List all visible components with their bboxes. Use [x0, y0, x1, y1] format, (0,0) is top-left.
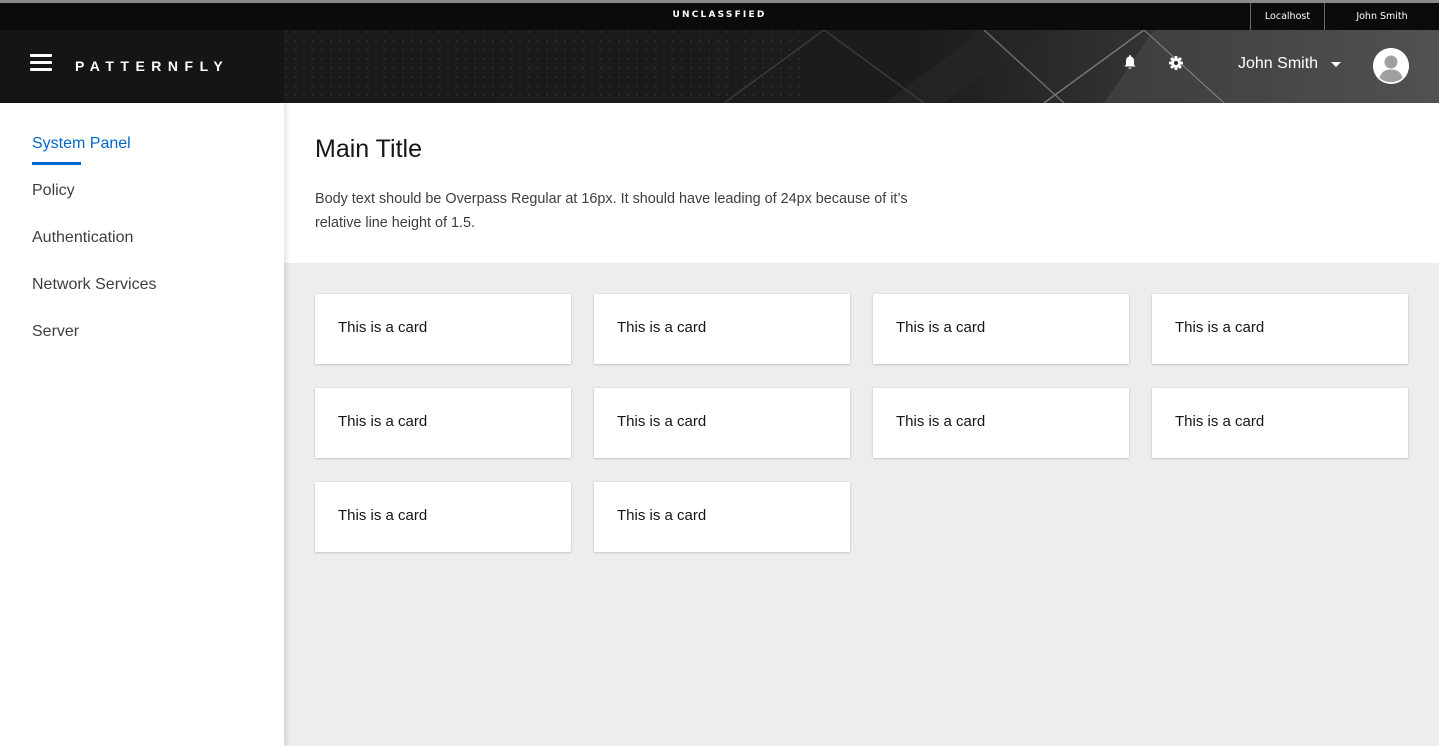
- sidebar-item-authentication[interactable]: Authentication: [32, 229, 133, 247]
- brand-area: PATTERNFLY: [0, 30, 284, 103]
- caret-down-icon: [1331, 61, 1342, 67]
- hamburger-menu-icon[interactable]: [30, 54, 52, 72]
- avatar-icon[interactable]: [1373, 48, 1409, 84]
- sidebar-item-server[interactable]: Server: [32, 323, 79, 341]
- sidebar-item-network-services[interactable]: Network Services: [32, 276, 156, 294]
- sidebar-item-system-panel[interactable]: System Panel: [32, 135, 131, 153]
- user-dropdown[interactable]: John Smith: [1238, 52, 1342, 76]
- sidebar-nav: System Panel Policy Authentication Netwo…: [0, 103, 284, 746]
- card[interactable]: This is a card: [594, 388, 850, 458]
- card[interactable]: This is a card: [315, 482, 571, 552]
- banner-user-link[interactable]: John Smith: [1324, 3, 1439, 30]
- classification-label: UNCLASSFIED: [672, 10, 767, 20]
- card[interactable]: This is a card: [315, 388, 571, 458]
- card[interactable]: This is a card: [1152, 294, 1408, 364]
- user-name: John Smith: [1238, 55, 1319, 72]
- classification-banner: UNCLASSFIED Localhost John Smith: [0, 0, 1439, 30]
- page-header-section: Main Title Body text should be Overpass …: [284, 103, 1439, 263]
- gear-icon[interactable]: [1166, 53, 1186, 73]
- brand-logo[interactable]: PATTERNFLY: [75, 58, 229, 74]
- card[interactable]: This is a card: [873, 388, 1129, 458]
- page-title: Main Title: [315, 135, 422, 163]
- card[interactable]: This is a card: [315, 294, 571, 364]
- card-gallery: This is a card This is a card This is a …: [284, 263, 1439, 746]
- banner-host-link[interactable]: Localhost: [1250, 3, 1324, 30]
- bell-icon[interactable]: [1120, 53, 1140, 73]
- page-body-text: Body text should be Overpass Regular at …: [315, 191, 908, 231]
- card[interactable]: This is a card: [1152, 388, 1408, 458]
- masthead: PATTERNFLY John Smith: [0, 30, 1439, 103]
- card[interactable]: This is a card: [594, 294, 850, 364]
- card[interactable]: This is a card: [873, 294, 1129, 364]
- card[interactable]: This is a card: [594, 482, 850, 552]
- active-item-indicator: [32, 162, 81, 165]
- sidebar-item-policy[interactable]: Policy: [32, 182, 75, 200]
